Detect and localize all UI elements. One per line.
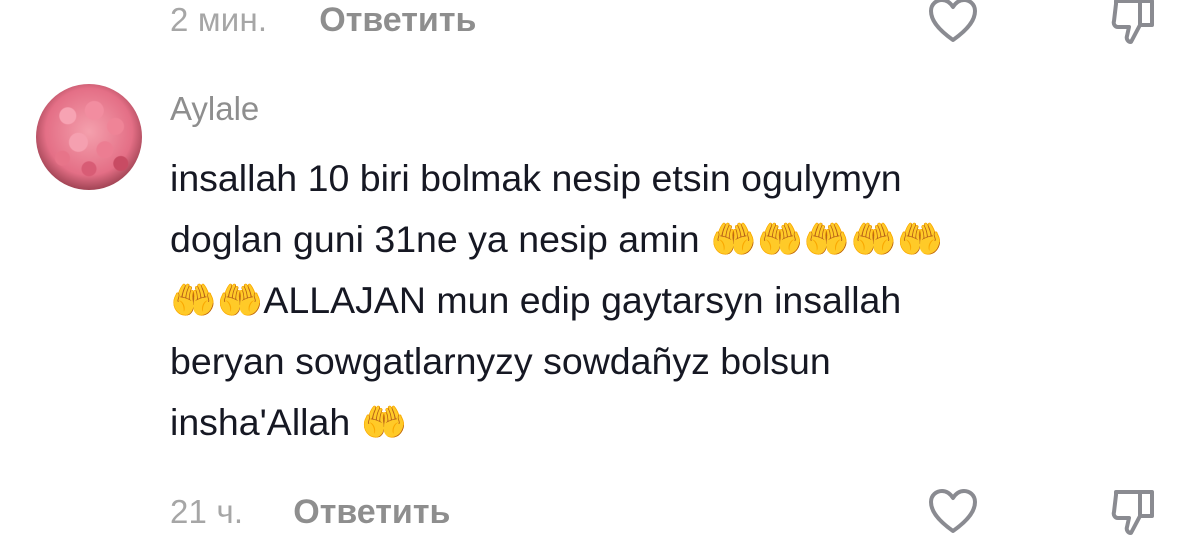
dislike-button[interactable] xyxy=(1106,484,1162,540)
reply-button[interactable]: Ответить xyxy=(293,493,450,532)
comment-username[interactable]: Aylale xyxy=(170,90,259,128)
like-button[interactable] xyxy=(925,0,981,49)
previous-comment-footer: 2 мин. Ответить xyxy=(170,0,476,50)
avatar[interactable] xyxy=(36,84,142,190)
comment-footer: 21 ч. Ответить xyxy=(170,482,450,542)
dislike-button[interactable] xyxy=(1106,0,1162,49)
heart-outline-icon xyxy=(929,0,977,42)
comment-text: insallah 10 biri bolmak nesip etsin ogul… xyxy=(170,157,944,443)
thumbs-down-icon xyxy=(1111,0,1154,44)
like-button[interactable] xyxy=(925,484,981,540)
thumbs-down-icon xyxy=(1111,490,1154,535)
heart-outline-icon xyxy=(929,489,977,533)
reply-button[interactable]: Ответить xyxy=(319,1,476,40)
comment-timestamp: 21 ч. xyxy=(170,493,244,530)
comment-timestamp: 2 мин. xyxy=(170,1,268,38)
